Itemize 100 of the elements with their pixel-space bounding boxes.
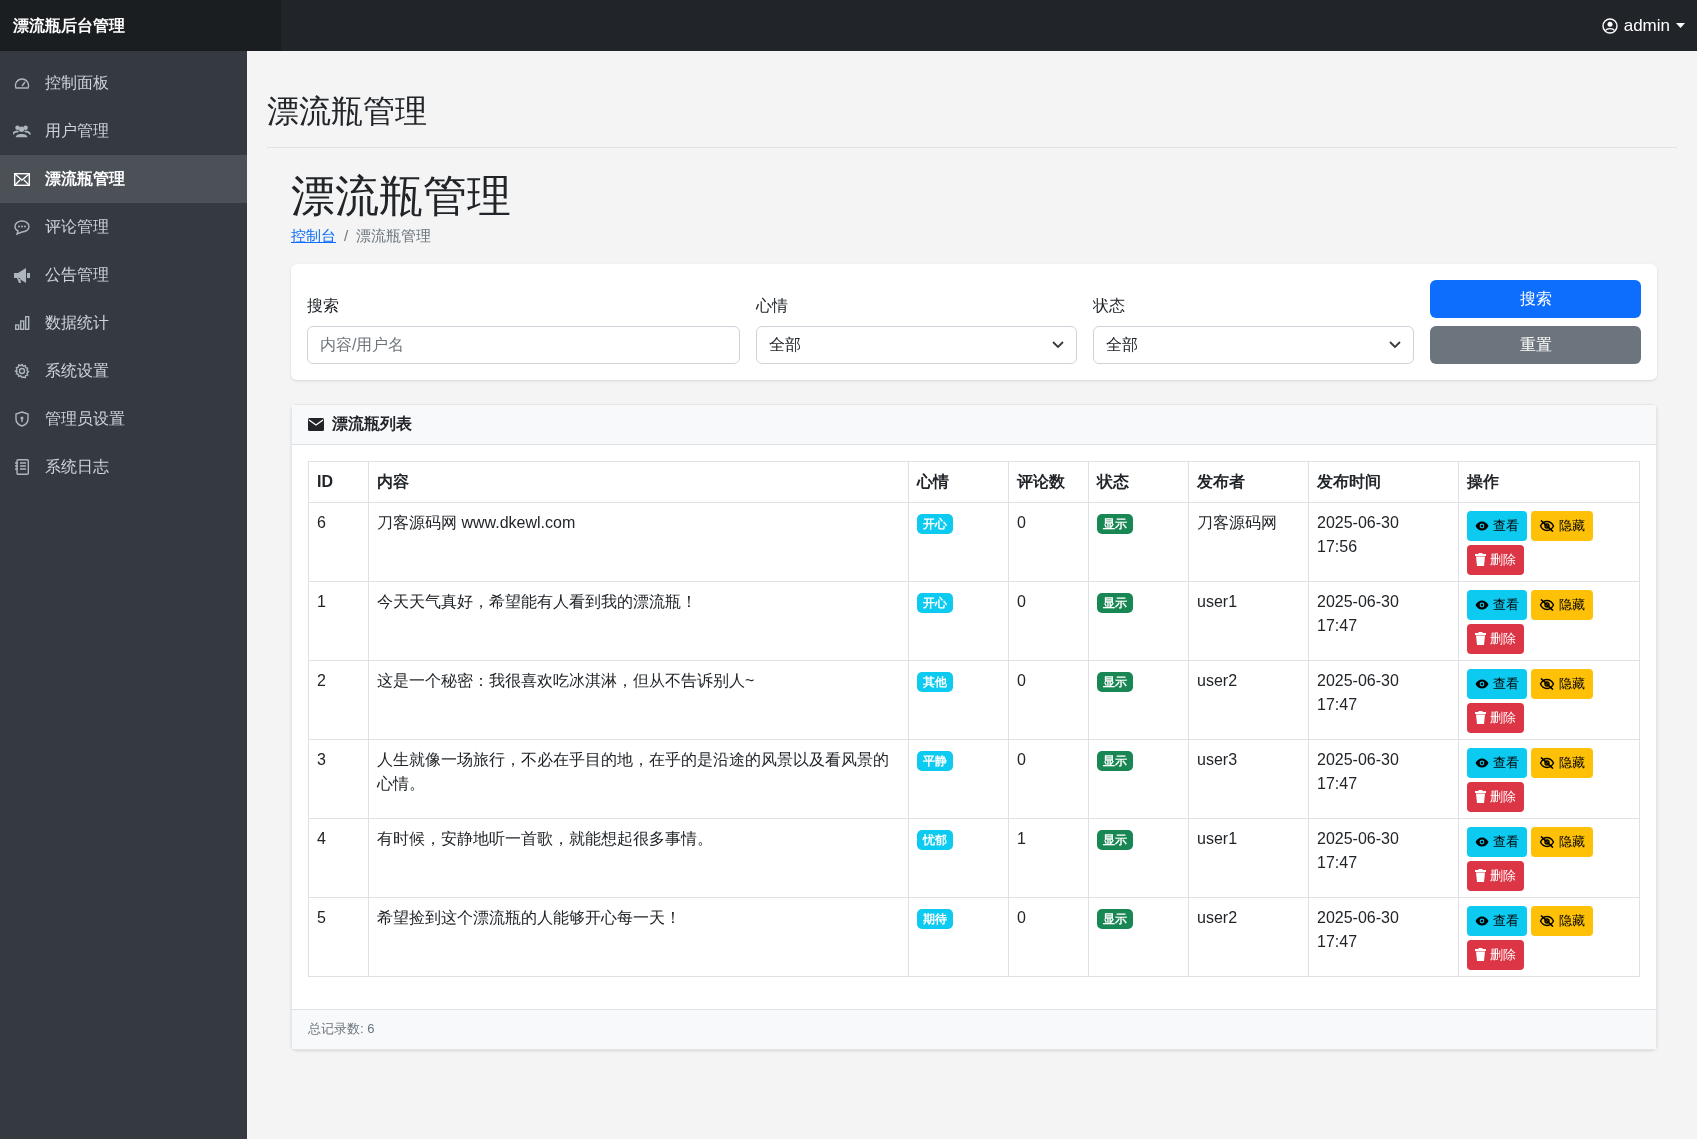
view-button[interactable]: 查看 bbox=[1467, 589, 1527, 620]
column-header: 评论数 bbox=[1008, 461, 1089, 502]
sidebar-item[interactable]: 公告管理 bbox=[0, 251, 247, 299]
id-cell: 1 bbox=[317, 592, 326, 610]
eye-icon bbox=[1475, 678, 1489, 689]
status-badge: 显示 bbox=[1097, 671, 1133, 692]
hide-button[interactable]: 隐藏 bbox=[1531, 747, 1593, 778]
column-header: 状态 bbox=[1088, 461, 1189, 502]
page-title: 漂流瓶管理 bbox=[267, 87, 1677, 148]
search-field[interactable]: 内容/用户名 bbox=[307, 325, 740, 364]
column-header: ID bbox=[308, 461, 369, 502]
caret-icon bbox=[1676, 22, 1685, 29]
column-header: 心情 bbox=[908, 461, 1009, 502]
trash-icon bbox=[1475, 869, 1486, 882]
mood-select[interactable]: 全部 bbox=[756, 325, 1077, 364]
eye-icon bbox=[1475, 836, 1489, 847]
publish-time: 17:56 bbox=[1317, 536, 1359, 557]
publish-time: 17:47 bbox=[1317, 931, 1359, 952]
search-button[interactable]: 搜索 bbox=[1430, 279, 1641, 318]
hide-button[interactable]: 隐藏 bbox=[1531, 826, 1593, 857]
trash-icon bbox=[1475, 790, 1486, 803]
id-cell: 3 bbox=[317, 750, 326, 768]
id-cell: 4 bbox=[317, 829, 326, 847]
card-title: 漂流瓶列表 bbox=[332, 414, 412, 434]
comment-count: 0 bbox=[1017, 513, 1026, 531]
field-label: 搜索 bbox=[307, 295, 340, 316]
content-text: 这是一个秘密：我很喜欢吃冰淇淋，但从不告诉别人~ bbox=[377, 671, 755, 689]
publish-date: 2025-06-30 bbox=[1317, 749, 1400, 770]
hide-button[interactable]: 隐藏 bbox=[1531, 589, 1593, 620]
eye-slash-icon bbox=[1539, 835, 1555, 848]
mood-badge: 期待 bbox=[917, 908, 953, 929]
delete-button[interactable]: 删除 bbox=[1467, 623, 1524, 654]
publish-time: 17:47 bbox=[1317, 615, 1359, 636]
hide-button[interactable]: 隐藏 bbox=[1531, 510, 1593, 541]
comment-count: 1 bbox=[1017, 829, 1026, 847]
mood-badge: 忧郁 bbox=[917, 829, 953, 850]
column-header: 内容 bbox=[368, 461, 909, 502]
view-button[interactable]: 查看 bbox=[1467, 510, 1527, 541]
delete-button[interactable]: 删除 bbox=[1467, 702, 1524, 733]
sidebar-item[interactable]: 系统日志 bbox=[0, 443, 247, 491]
sidebar-item[interactable]: 漂流瓶管理 bbox=[0, 155, 247, 203]
status-select[interactable]: 全部 bbox=[1093, 325, 1414, 364]
mood-badge: 其他 bbox=[917, 671, 953, 692]
author-name: user1 bbox=[1197, 592, 1238, 610]
author-name: user3 bbox=[1197, 750, 1238, 768]
brand-title[interactable]: 漂流瓶后台管理 bbox=[13, 13, 125, 38]
column-header: 操作 bbox=[1458, 461, 1640, 502]
sidebar-item[interactable]: 数据统计 bbox=[0, 299, 247, 347]
hide-button[interactable]: 隐藏 bbox=[1531, 668, 1593, 699]
delete-button[interactable]: 删除 bbox=[1467, 860, 1524, 891]
view-button[interactable]: 查看 bbox=[1467, 826, 1527, 857]
shield-icon bbox=[15, 411, 29, 427]
view-button[interactable]: 查看 bbox=[1467, 668, 1527, 699]
author-name: user2 bbox=[1197, 671, 1238, 689]
reset-button[interactable]: 重置 bbox=[1430, 325, 1641, 364]
author-name: user2 bbox=[1197, 908, 1238, 926]
settings-icon bbox=[14, 363, 30, 379]
view-button[interactable]: 查看 bbox=[1467, 747, 1527, 778]
comment-count: 0 bbox=[1017, 592, 1026, 610]
sidebar-item[interactable]: 用户管理 bbox=[0, 107, 247, 155]
user-menu[interactable]: admin bbox=[1601, 12, 1685, 39]
column-header: 发布者 bbox=[1188, 461, 1309, 502]
delete-button[interactable]: 删除 bbox=[1467, 939, 1524, 970]
content-text: 希望捡到这个漂流瓶的人能够开心每一天！ bbox=[377, 908, 681, 926]
delete-button[interactable]: 删除 bbox=[1467, 781, 1524, 812]
eye-slash-icon bbox=[1539, 756, 1555, 769]
trash-icon bbox=[1475, 632, 1486, 645]
breadcrumb-current: 漂流瓶管理 bbox=[356, 226, 432, 246]
sidebar-item[interactable]: 控制面板 bbox=[0, 59, 247, 107]
view-button[interactable]: 查看 bbox=[1467, 905, 1527, 936]
eye-slash-icon bbox=[1539, 677, 1555, 690]
status-badge: 显示 bbox=[1097, 592, 1133, 613]
publish-date: 2025-06-30 bbox=[1317, 828, 1400, 849]
envelope-icon bbox=[14, 172, 30, 186]
sidebar-item[interactable]: 管理员设置 bbox=[0, 395, 247, 443]
delete-button[interactable]: 删除 bbox=[1467, 544, 1524, 575]
content-text: 人生就像一场旅行，不必在乎目的地，在乎的是沿途的风景以及看风景的心情。 bbox=[377, 750, 889, 792]
publish-date: 2025-06-30 bbox=[1317, 907, 1400, 928]
eye-icon bbox=[1475, 757, 1489, 768]
section-title: 漂流瓶管理 bbox=[291, 170, 512, 222]
status-badge: 显示 bbox=[1097, 750, 1133, 771]
envelope-icon bbox=[308, 417, 324, 431]
chat-icon bbox=[14, 219, 30, 235]
field-label: 状态 bbox=[1093, 295, 1126, 316]
eye-icon bbox=[1475, 520, 1489, 531]
id-cell: 6 bbox=[317, 513, 326, 531]
comment-count: 0 bbox=[1017, 750, 1026, 768]
sidebar-item[interactable]: 系统设置 bbox=[0, 347, 247, 395]
id-cell: 2 bbox=[317, 671, 326, 689]
sidebar-item[interactable]: 评论管理 bbox=[0, 203, 247, 251]
total-count: 总记录数: 6 bbox=[308, 1020, 375, 1039]
breadcrumb-link[interactable]: 控制台 bbox=[291, 225, 336, 248]
trash-icon bbox=[1475, 711, 1486, 724]
publish-date: 2025-06-30 bbox=[1317, 512, 1400, 533]
bar-chart-icon bbox=[14, 316, 30, 330]
document-list-icon bbox=[15, 459, 29, 475]
eye-icon bbox=[1475, 599, 1489, 610]
mood-badge: 开心 bbox=[917, 592, 953, 613]
field-label: 心情 bbox=[756, 295, 789, 316]
hide-button[interactable]: 隐藏 bbox=[1531, 905, 1593, 936]
